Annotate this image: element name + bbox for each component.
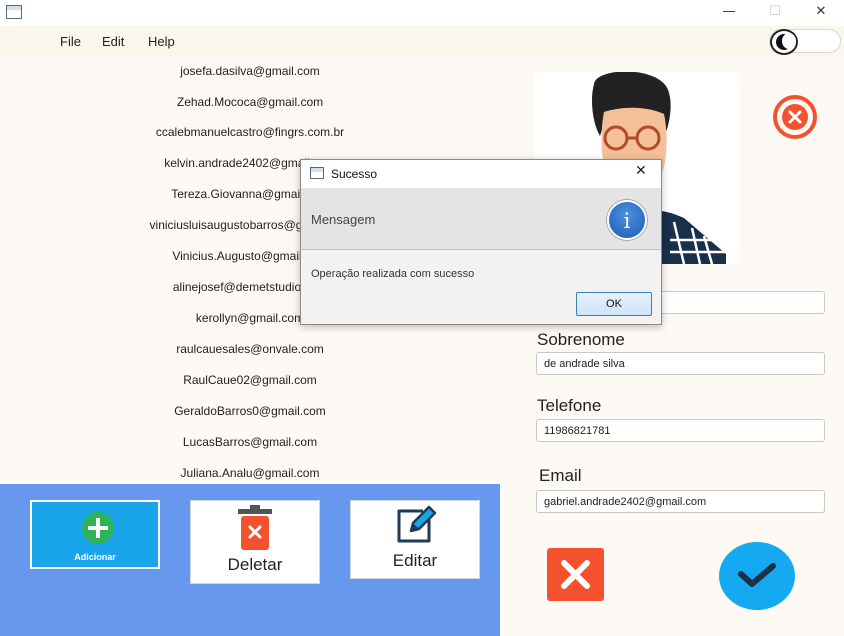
close-icon — [561, 560, 590, 589]
maximize-button[interactable]: ☐ — [752, 0, 798, 26]
menu-bar: File Edit Help — [0, 26, 844, 56]
moon-icon — [776, 33, 796, 50]
list-item[interactable]: ccalebmanuelcastro@fingrs.com.br — [0, 125, 500, 139]
list-item[interactable]: GeraldoBarros0@gmail.com — [0, 404, 500, 418]
close-window-button[interactable]: ✕ — [798, 0, 844, 26]
theme-toggle[interactable] — [769, 29, 841, 55]
phone-field[interactable] — [536, 419, 825, 442]
list-item[interactable]: RaulCaue02@gmail.com — [0, 373, 500, 387]
checkmark-icon — [738, 563, 776, 587]
phone-label: Telefone — [537, 396, 602, 415]
menu-file[interactable]: File — [60, 34, 81, 49]
edit-button[interactable]: Editar — [350, 500, 480, 579]
menu-help[interactable]: Help — [148, 34, 175, 49]
remove-photo-button[interactable] — [771, 93, 819, 141]
window-titlebar: — ☐ ✕ — [0, 0, 844, 26]
action-panel: Adicionar Deletar Editar — [0, 484, 500, 636]
ok-button[interactable]: OK — [576, 292, 652, 316]
dialog-window-icon — [310, 167, 324, 179]
dialog-header-text: Mensagem — [311, 212, 376, 227]
surname-label: Sobrenome — [537, 330, 625, 349]
trash-icon — [238, 505, 272, 550]
delete-button-label: Deletar — [227, 555, 283, 574]
list-item[interactable]: Juliana.Analu@gmail.com — [0, 466, 500, 480]
dialog-message: Operação realizada com sucesso — [311, 268, 475, 280]
list-item[interactable]: LucasBarros@gmail.com — [0, 435, 500, 449]
info-glyph: i — [623, 209, 631, 233]
success-dialog: Sucesso ✕ Mensagem i Operação realizada … — [300, 159, 662, 325]
list-item[interactable]: josefa.dasilva@gmail.com — [0, 64, 500, 78]
surname-field[interactable] — [536, 352, 825, 375]
dialog-header: Mensagem i — [301, 188, 661, 250]
pencil-edit-icon — [397, 505, 437, 543]
minimize-button[interactable]: — — [706, 0, 752, 26]
email-field[interactable] — [536, 490, 825, 513]
dialog-titlebar: Sucesso ✕ — [301, 160, 661, 188]
add-button-label: Adicionar — [74, 552, 116, 562]
dialog-close-button[interactable]: ✕ — [635, 163, 647, 179]
edit-button-label: Editar — [392, 551, 438, 570]
confirm-button[interactable] — [719, 542, 795, 610]
theme-toggle-knob — [770, 29, 798, 55]
menu-edit[interactable]: Edit — [102, 34, 124, 49]
app-window-icon — [6, 5, 22, 19]
list-item[interactable]: raulcauesales@onvale.com — [0, 342, 500, 356]
cancel-button[interactable] — [547, 548, 604, 601]
list-item[interactable]: Zehad.Mococa@gmail.com — [0, 95, 500, 109]
delete-button[interactable]: Deletar — [190, 500, 320, 584]
plus-icon — [82, 512, 114, 544]
email-label: Email — [539, 466, 582, 485]
info-icon: i — [607, 200, 647, 240]
add-button[interactable]: Adicionar — [30, 500, 160, 569]
dialog-title: Sucesso — [331, 167, 378, 181]
